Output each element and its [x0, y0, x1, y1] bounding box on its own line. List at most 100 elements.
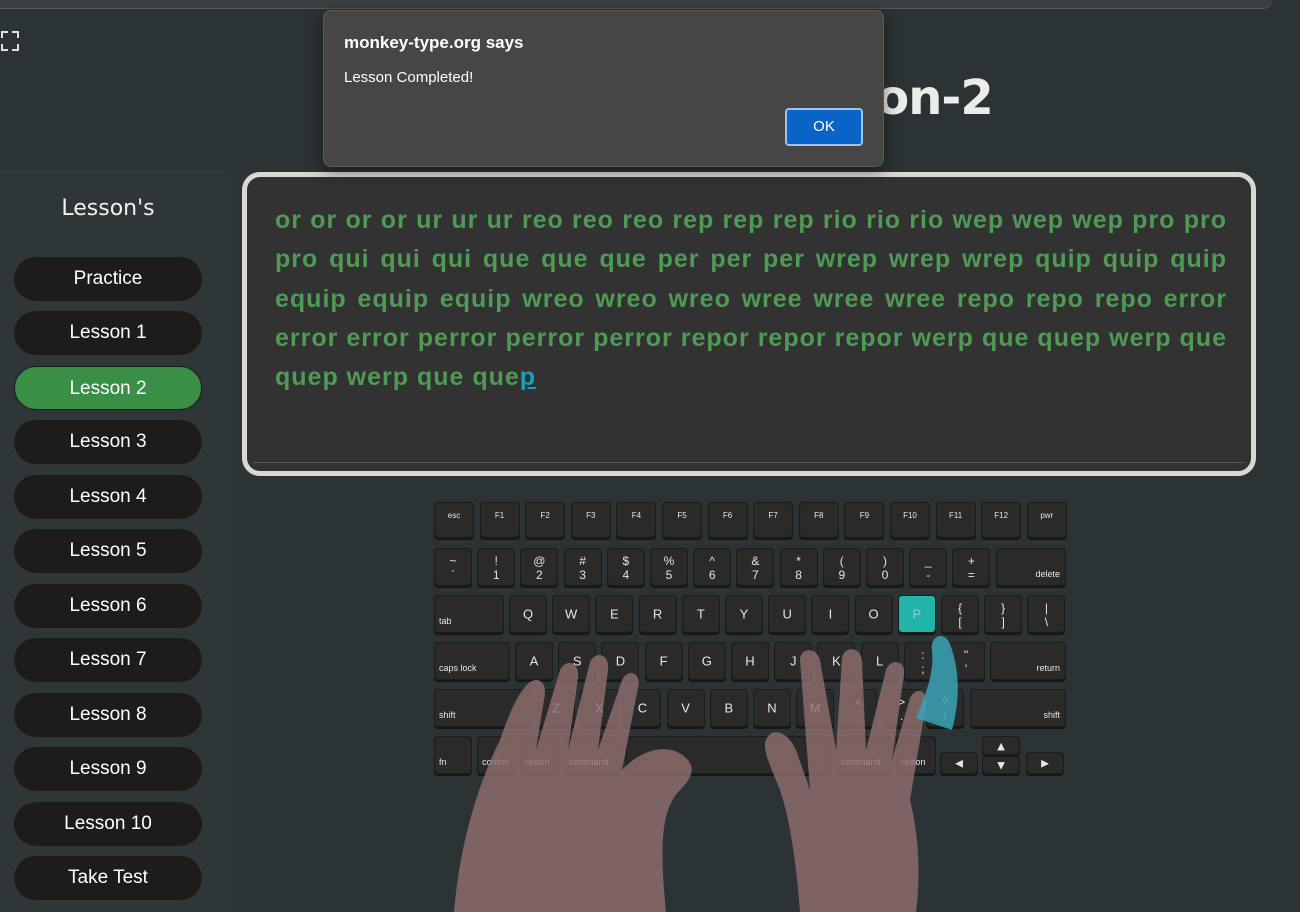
key-control: control	[477, 736, 517, 774]
key-c: C	[623, 689, 662, 727]
key-s: S	[558, 642, 597, 680]
key-label: G	[701, 653, 712, 669]
key-7: & 7	[736, 548, 775, 586]
key-label: ^	[709, 554, 715, 568]
lesson-10-button[interactable]: Lesson 10	[14, 802, 202, 846]
key-1: ! 1	[477, 548, 516, 586]
key-option-right: option	[896, 736, 936, 774]
key-label: K	[832, 653, 841, 669]
key-l: L	[860, 642, 899, 680]
sidebar-title: Lesson's	[61, 196, 155, 221]
key-label: F12	[994, 511, 1009, 520]
key-label: F2	[540, 511, 550, 520]
lesson-1-button[interactable]: Lesson 1	[14, 311, 202, 355]
key-tab: tab	[434, 595, 504, 633]
key-label: Y	[739, 606, 749, 622]
key-f6: F6	[707, 502, 748, 538]
key-label: 2	[536, 568, 543, 582]
key-9: (9	[822, 548, 861, 586]
key-label: I	[828, 606, 833, 622]
key-label: S	[572, 653, 582, 669]
key-label: @	[533, 554, 546, 568]
key-6: ^ 6	[693, 548, 732, 586]
key-label: E	[610, 606, 619, 622]
key-label: Z	[552, 700, 560, 716]
key-z: Z	[537, 689, 575, 727]
key-label: ►	[1038, 755, 1052, 771]
dialog-ok-button[interactable]: OK	[785, 108, 863, 146]
cursor-char: p	[519, 363, 537, 392]
dialog-message: Lesson Completed!	[344, 69, 474, 86]
key-label: H	[745, 653, 755, 669]
key-label: U	[782, 606, 792, 622]
key-caps-lock: caps lock	[434, 642, 510, 680]
key-t: T	[681, 595, 720, 633]
key-label: ?	[941, 695, 949, 709]
key-label: }	[1001, 601, 1006, 615]
text-box-divider	[253, 462, 1245, 463]
key-label: =	[967, 568, 975, 582]
key-u: U	[768, 595, 807, 633]
key-label: shift	[1043, 710, 1060, 720]
key-label: shift	[439, 710, 456, 720]
key-label: M	[809, 700, 821, 716]
key-label: V	[681, 700, 690, 716]
key-label: ▲	[994, 738, 1008, 753]
lesson-6-button[interactable]: Lesson 6	[14, 584, 202, 628]
key-label: /	[943, 709, 947, 723]
key-x: X	[580, 689, 619, 727]
key-label: W	[565, 606, 578, 622]
key-label: control	[482, 757, 510, 767]
key-3: #3	[563, 548, 602, 586]
key-f5: F5	[662, 502, 702, 538]
key-k: K	[817, 642, 856, 680]
key-f11: F11	[935, 502, 976, 538]
key-label: \	[1044, 615, 1049, 629]
key-label: O	[868, 606, 879, 622]
key-label: option	[525, 757, 550, 767]
key-arrow-up: ▲	[982, 736, 1020, 755]
key-label: C	[637, 700, 648, 716]
key-label: *	[796, 554, 801, 568]
key-command-right: command	[836, 736, 892, 774]
lesson-7-button[interactable]: Lesson 7	[14, 638, 202, 682]
key-label: &	[751, 554, 760, 568]
key-return: return	[990, 642, 1066, 680]
key-label: B	[724, 700, 734, 716]
key-0: ) 0	[866, 548, 904, 586]
key-label: !	[494, 554, 498, 568]
practice-button[interactable]: Practice	[14, 257, 202, 301]
lesson-9-button[interactable]: Lesson 9	[14, 747, 202, 791]
key-label: 6	[708, 568, 716, 582]
key-label: ▼	[994, 757, 1008, 773]
dialog-title: monkey-type.org says	[344, 33, 524, 52]
key-label: %	[663, 554, 675, 568]
key-label: tab	[439, 616, 452, 626]
key-label: -	[926, 568, 931, 582]
key-label: F1	[494, 511, 505, 520]
key-f2: F2	[525, 502, 566, 538]
lesson-8-button[interactable]: Lesson 8	[14, 693, 202, 737]
lesson-4-button[interactable]: Lesson 4	[14, 475, 202, 519]
lesson-5-button[interactable]: Lesson 5	[14, 529, 202, 573]
key-label: "	[963, 648, 969, 662]
take-test-button[interactable]: Take Test	[14, 856, 202, 900]
lesson-3-button[interactable]: Lesson 3	[14, 420, 202, 464]
fullscreen-icon[interactable]	[0, 30, 20, 52]
key-option: option	[520, 736, 560, 774]
key-4: $4	[606, 548, 645, 586]
typing-text-box[interactable]: or or or or ur ur ur reo reo reo rep rep…	[242, 172, 1256, 476]
key-label: delete	[1035, 569, 1060, 579]
key-arrow-down: ▼	[982, 756, 1020, 774]
key-m: M	[796, 689, 835, 727]
alert-dialog: monkey-type.org says Lesson Completed! O…	[323, 10, 884, 167]
key-f12: F12	[981, 502, 1022, 538]
key-w: W	[552, 595, 591, 633]
key-f10: F10	[890, 502, 930, 538]
key-label: 8	[795, 568, 802, 582]
lesson-2-button[interactable]: Lesson 2	[14, 366, 202, 410]
key-y: Y	[725, 595, 763, 633]
key-sym: ~ `	[434, 548, 472, 586]
key-label: return	[1036, 663, 1060, 673]
key-2: @2	[520, 548, 559, 586]
